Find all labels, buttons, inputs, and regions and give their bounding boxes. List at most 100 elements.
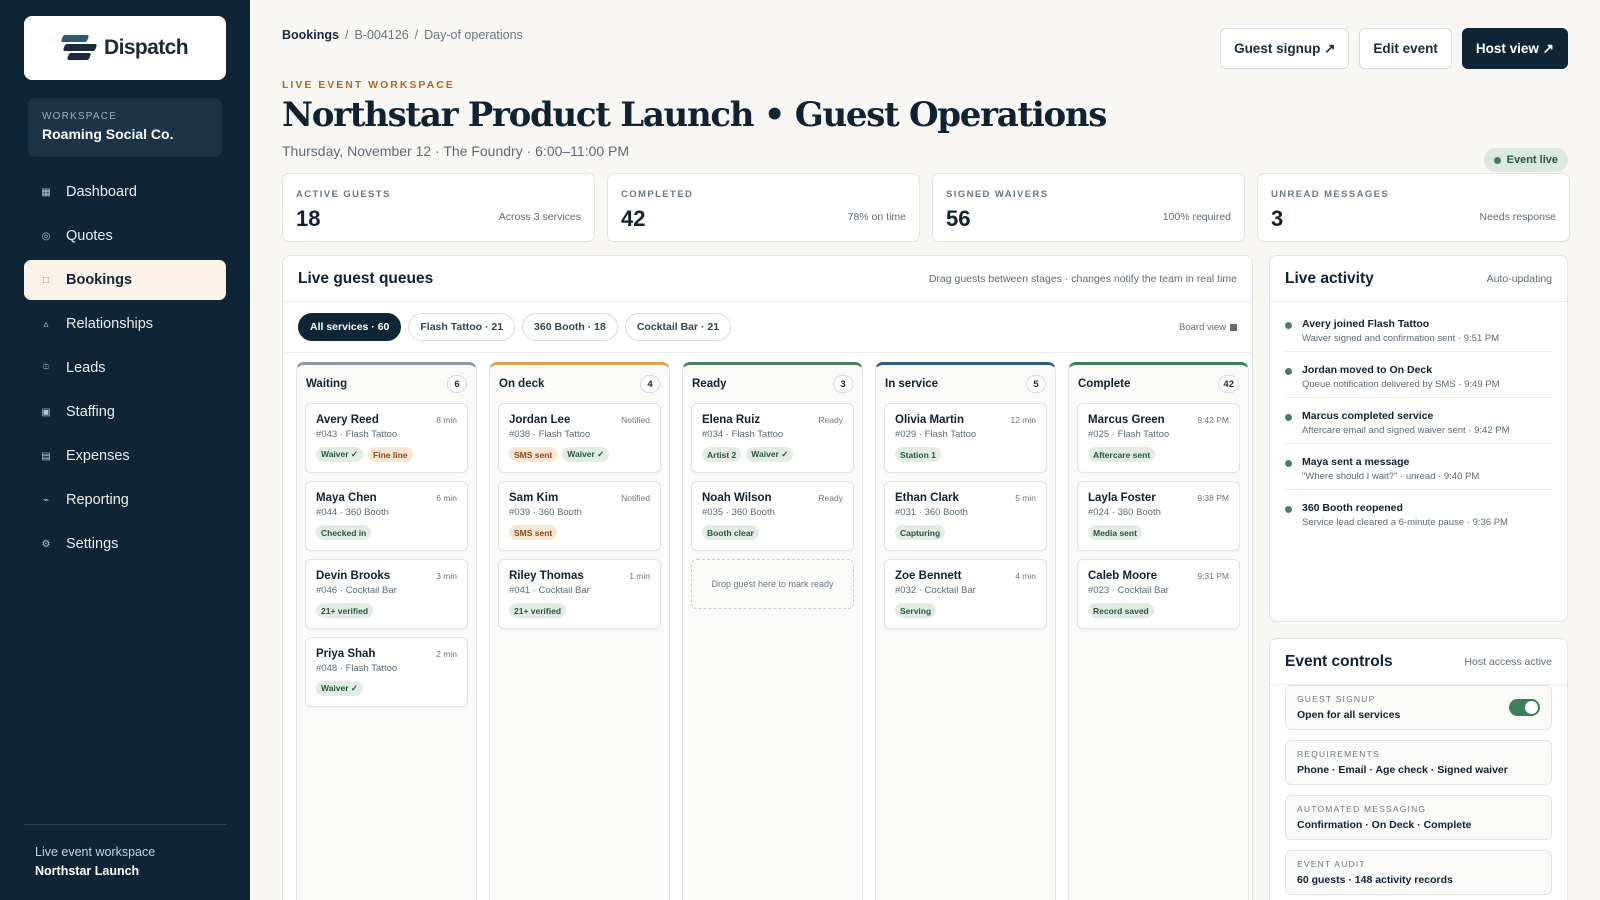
status-tag: Waiver ✓ xyxy=(746,447,794,462)
status-tag: Waiver ✓ xyxy=(316,447,364,462)
breadcrumb-current: Day-of operations xyxy=(424,28,523,42)
controls-note: Host access active xyxy=(1464,655,1552,668)
guest-tags: Waiver ✓ xyxy=(316,681,457,696)
guest-card[interactable]: Noah Wilson #035 · 360 Booth Ready Booth cl… xyxy=(691,481,854,551)
guest-meta: #039 · 360 Booth xyxy=(509,507,582,518)
guest-card[interactable]: Olivia Martin #029 · Flash Tattoo 12 min St… xyxy=(884,403,1047,473)
guest-card[interactable]: Ethan Clark #031 · 360 Booth 5 min Capturin… xyxy=(884,481,1047,551)
status-tag: SMS sent xyxy=(509,525,558,540)
guest-card[interactable]: Caleb Moore #023 · Cocktail Bar 9:31 PM Rec… xyxy=(1077,559,1240,629)
status-tag: Serving xyxy=(895,603,937,618)
activity-dot-icon xyxy=(1285,322,1292,329)
edit-event-button[interactable]: Edit event xyxy=(1359,28,1452,69)
guest-time: 2 min xyxy=(436,649,457,659)
sidebar: Dispatch WORKSPACE Roaming Social Co. ▦ D… xyxy=(0,0,250,900)
workspace-switcher[interactable]: WORKSPACE Roaming Social Co. xyxy=(28,98,222,157)
control-key: EVENT AUDIT xyxy=(1297,859,1366,869)
control-guest-signup[interactable]: GUEST SIGNUP Open for all services xyxy=(1285,685,1552,730)
guest-tags: Waiver ✓ Fine line xyxy=(316,447,457,462)
breadcrumb-bookings[interactable]: Bookings xyxy=(282,28,339,42)
sidebar-item-dashboard[interactable]: ▦ Dashboard xyxy=(24,172,226,212)
sidebar-item-leads[interactable]: ⯐ Leads xyxy=(24,348,226,388)
filter-chip[interactable]: Flash Tattoo · 21 xyxy=(408,313,516,341)
sidebar-footer: Live event workspace Northstar Launch xyxy=(24,824,226,898)
activity-feed: Avery joined Flash Tattoo Waiver signed a… xyxy=(1270,302,1567,539)
column-header: Complete 42 xyxy=(1077,365,1240,403)
guest-card[interactable]: Maya Chen #044 · 360 Booth 6 min Checked in xyxy=(305,481,468,551)
status-tag: Station 1 xyxy=(895,447,941,462)
triangle-icon: ▵ xyxy=(43,318,49,330)
guest-signup-button[interactable]: Guest signup ↗ xyxy=(1220,28,1350,69)
column-header: Waiting 6 xyxy=(305,365,468,403)
guest-card[interactable]: Elena Ruiz #034 · Flash Tattoo Ready Artist… xyxy=(691,403,854,473)
guest-card[interactable]: Priya Shah #048 · Flash Tattoo 2 min Waiver… xyxy=(305,637,468,707)
guest-card[interactable]: Layla Foster #024 · 360 Booth 9:38 PM Media… xyxy=(1077,481,1240,551)
filter-chip[interactable]: 360 Booth · 18 xyxy=(522,313,618,341)
activity-item: Avery joined Flash Tattoo Waiver signed a… xyxy=(1285,306,1552,352)
guest-time: 5 min xyxy=(1015,493,1036,503)
queue-column-ready: Ready 3 Elena Ruiz #034 · Flash Tattoo Ready… xyxy=(682,362,863,900)
sidebar-item-settings[interactable]: ⚙ Settings xyxy=(24,524,226,564)
stat-note: Needs response xyxy=(1479,211,1556,223)
sidebar-item-reporting[interactable]: ⌁ Reporting xyxy=(24,480,226,520)
stats-row: ACTIVE GUESTS 18 Across 3 services COMPLETE… xyxy=(282,173,1570,242)
square-icon: □ xyxy=(42,274,50,286)
sidebar-item-label: Expenses xyxy=(66,448,130,464)
sidebar-item-staffing[interactable]: ▣ Staffing xyxy=(24,392,226,432)
activity-dot-icon xyxy=(1285,368,1292,375)
guest-meta: #024 · 360 Booth xyxy=(1088,507,1161,518)
stat-card: UNREAD MESSAGES 3 Needs response xyxy=(1257,173,1570,242)
control-automated-messaging[interactable]: AUTOMATED MESSAGING Confirmation · On Dec… xyxy=(1285,795,1552,840)
breadcrumb-booking-id[interactable]: B-004126 xyxy=(354,28,408,42)
board-view-icon xyxy=(1230,323,1237,331)
guest-card[interactable]: Marcus Green #025 · Flash Tattoo 9:42 PM Af… xyxy=(1077,403,1240,473)
guest-card[interactable]: Sam Kim #039 · 360 Booth Notified SMS sent xyxy=(498,481,661,551)
activity-detail: Waiver signed and confirmation sent · 9:… xyxy=(1302,333,1500,344)
activity-item: Maya sent a message "Where should I wait?… xyxy=(1285,444,1552,490)
cluster-icon: ⯐ xyxy=(42,361,50,373)
queue-column-on-deck: On deck 4 Jordan Lee #038 · Flash Tattoo Not… xyxy=(489,362,670,900)
sidebar-item-expenses[interactable]: ▤ Expenses xyxy=(24,436,226,476)
logo[interactable]: Dispatch xyxy=(24,16,226,80)
sidebar-item-bookings[interactable]: □ Bookings xyxy=(24,260,226,300)
drop-zone[interactable]: Drop guest here to mark ready xyxy=(691,559,854,609)
guest-meta: #035 · 360 Booth xyxy=(702,507,775,518)
control-key: GUEST SIGNUP xyxy=(1297,694,1376,704)
sidebar-item-relationships[interactable]: ▵ Relationships xyxy=(24,304,226,344)
circle-icon: ◎ xyxy=(41,230,51,242)
sidebar-item-label: Reporting xyxy=(66,492,129,508)
queue-header: Live guest queues Drag guests between st… xyxy=(283,256,1252,302)
staffing-icon: ▣ xyxy=(41,406,51,418)
guest-card[interactable]: Riley Thomas #041 · Cocktail Bar 1 min 21+ … xyxy=(498,559,661,629)
breadcrumb: Bookings / B-004126/Day-of operations xyxy=(282,28,523,42)
workspace-label: WORKSPACE xyxy=(42,111,118,122)
control-key: AUTOMATED MESSAGING xyxy=(1297,804,1427,814)
column-count: 6 xyxy=(447,375,467,393)
sidebar-item-quotes[interactable]: ◎ Quotes xyxy=(24,216,226,256)
filter-chip[interactable]: All services · 60 xyxy=(298,313,402,341)
host-view-button[interactable]: Host view ↗ xyxy=(1461,28,1568,69)
status-tag: Artist 2 xyxy=(702,447,742,462)
activity-item: Jordan moved to On Deck Queue notificatio… xyxy=(1285,352,1552,398)
guest-meta: #041 · Cocktail Bar xyxy=(509,585,590,596)
status-tag: Booth clear xyxy=(702,525,759,540)
status-badge: Event live xyxy=(1483,148,1568,172)
event-controls-panel: Event controls Host access active GUEST … xyxy=(1269,638,1568,900)
status-tag: Waiver ✓ xyxy=(316,681,364,696)
activity-title: Maya sent a message xyxy=(1302,456,1410,468)
status-tag: 21+ verified xyxy=(316,603,374,618)
guest-card[interactable]: Avery Reed #043 · Flash Tattoo 8 min Waiver… xyxy=(305,403,468,473)
guest-card[interactable]: Jordan Lee #038 · Flash Tattoo Notified SMS… xyxy=(498,403,661,473)
guest-card[interactable]: Devin Brooks #046 · Cocktail Bar 3 min 21+ … xyxy=(305,559,468,629)
guest-time: 8 min xyxy=(436,415,457,425)
board-view-toggle[interactable]: Board view xyxy=(1179,322,1237,333)
column-count: 4 xyxy=(640,375,660,393)
activity-detail: Queue notification delivered by SMS · 9:… xyxy=(1302,379,1500,390)
guest-signup-toggle[interactable] xyxy=(1509,699,1540,716)
control-requirements[interactable]: REQUIREMENTS Phone · Email · Age check · … xyxy=(1285,740,1552,785)
filter-chip[interactable]: Cocktail Bar · 21 xyxy=(624,313,732,341)
workspace-name: Roaming Social Co. xyxy=(42,126,174,142)
guest-meta: #038 · Flash Tattoo xyxy=(509,429,591,440)
control-event-audit[interactable]: EVENT AUDIT 60 guests · 148 activity reco… xyxy=(1285,850,1552,895)
guest-card[interactable]: Zoe Bennett #032 · Cocktail Bar 4 min Servi… xyxy=(884,559,1047,629)
